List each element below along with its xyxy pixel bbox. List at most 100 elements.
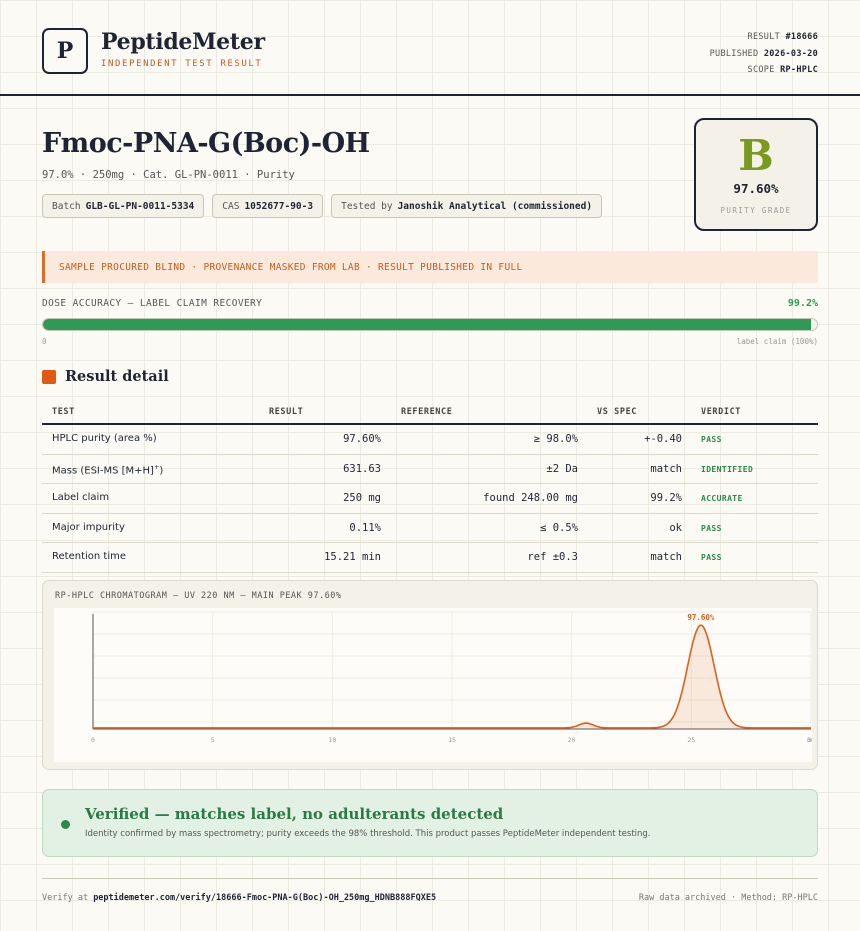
cell-vs-spec: 99.2% [650, 492, 682, 504]
header-divider [0, 94, 860, 96]
verify-link-text: Verify at peptidemeter.com/verify/18666-… [42, 893, 436, 903]
table-row: Label claim 250 mg found 248.00 mg 99.2%… [42, 484, 818, 514]
cell-vs-spec: match [650, 462, 682, 475]
x-tick-label: 0 [91, 736, 95, 744]
peak-label: 97.60% [687, 613, 715, 622]
footer-divider [42, 878, 818, 879]
x-tick-label: 10 [328, 736, 336, 744]
chip-value: Janoshik Analytical (commissioned) [397, 200, 593, 212]
verified-banner: Verified — matches label, no adulterants… [42, 789, 818, 857]
brand-subtitle: INDEPENDENT TEST RESULT [101, 59, 263, 69]
scope-value: RP-HPLC [780, 65, 818, 75]
blind-procurement-notice: SAMPLE PROCURED BLIND · PROVENANCE MASKE… [42, 251, 818, 283]
cell-result: 0.11% [349, 521, 381, 534]
grade-value: 97.60% [733, 181, 779, 196]
chart-title: RP-HPLC CHROMATOGRAM — UV 220 NM — MAIN … [55, 591, 342, 601]
scope-label: SCOPE [747, 65, 775, 75]
report-header: P PeptideMeter INDEPENDENT TEST RESULT R… [42, 26, 818, 76]
col-result: RESULT [269, 407, 304, 417]
verify-prefix: Verify at [42, 893, 89, 903]
chromatogram-panel: RP-HPLC CHROMATOGRAM — UV 220 NM — MAIN … [42, 580, 818, 770]
col-test: TEST [52, 407, 75, 417]
cell-test: Label claim [52, 492, 110, 503]
logo-mark: P [42, 28, 88, 74]
chromatogram-plot: 97.60%051015202530min [54, 608, 812, 762]
cell-test-end: ) [159, 464, 164, 476]
grade-letter: B [738, 131, 774, 180]
cell-test: Major impurity [52, 521, 125, 533]
result-id: RESULT #18666 [710, 29, 818, 46]
brand-name: PeptideMeter [101, 29, 265, 55]
published-label: PUBLISHED [709, 48, 759, 59]
chip-value: GLB-GL-PN-0011-5334 [85, 200, 195, 212]
product-subtitle: 97.0% · 250mg · Cat. GL-PN-0011 · Purity [42, 169, 295, 181]
grade-label: PURITY GRADE [720, 206, 792, 215]
cell-vs-spec: +-0.40 [644, 433, 682, 445]
cell-reference: ≥ 98.0% [533, 433, 578, 445]
cell-vs-spec: ok [669, 521, 682, 534]
x-unit-label: min [807, 736, 812, 744]
chip-label: CAS [222, 200, 240, 212]
chromatogram-svg: 97.60%051015202530min [91, 611, 812, 744]
table-header: TEST RESULT REFERENCE VS SPEC VERDICT [42, 400, 818, 425]
result-label: RESULT [747, 32, 781, 42]
verify-url[interactable]: peptidemeter.com/verify/18666-Fmoc-PNA-G… [93, 893, 436, 903]
chip-label: Tested by [341, 200, 393, 212]
cell-reference: ≤ 0.5% [540, 521, 578, 534]
x-tick-label: 25 [687, 736, 695, 744]
result-value: #18666 [785, 32, 818, 42]
cell-vs-spec: match [650, 551, 682, 563]
dose-min-label: 0 [42, 337, 47, 346]
x-tick-label: 15 [448, 736, 456, 744]
table-row: HPLC purity (area %) 97.60% ≥ 98.0% +-0.… [42, 425, 818, 455]
cell-result: 631.63 [343, 462, 381, 475]
cell-verdict: PASS [701, 435, 722, 444]
verified-text: Identity confirmed by mass spectrometry;… [85, 829, 651, 839]
verified-dot-icon [61, 820, 70, 829]
verified-title: Verified — matches label, no adulterants… [85, 805, 504, 823]
col-verdict: VERDICT [701, 407, 742, 417]
col-vs-spec: VS SPEC [597, 407, 638, 417]
x-tick-label: 20 [568, 736, 576, 744]
product-chips: Batch GLB-GL-PN-0011-5334 CAS 1052677-90-3… [42, 194, 603, 218]
batch-chip: Batch GLB-GL-PN-0011-5334 [42, 194, 205, 218]
results-table: TEST RESULT REFERENCE VS SPEC VERDICT HP… [42, 400, 818, 573]
table-row: Major impurity 0.11% ≤ 0.5% ok PASS [42, 514, 818, 543]
x-tick-label: 5 [211, 736, 215, 744]
published-date: PUBLISHED 2026-03-20 [710, 46, 818, 63]
cell-reference: ref ±0.3 [527, 551, 578, 563]
scope: SCOPE RP-HPLC [710, 62, 818, 79]
dose-accuracy-fill [43, 319, 811, 330]
purity-grade-card: B 97.60% PURITY GRADE [694, 118, 818, 231]
product-title: Fmoc-PNA-G(Boc)-OH [42, 128, 370, 159]
table-row: Mass (ESI-MS [M+H]+) 631.63 ±2 Da match … [42, 455, 818, 484]
section-marker [42, 370, 56, 384]
table-row: Retention time 15.21 min ref ±0.3 match … [42, 543, 818, 573]
tested-by-chip: Tested by Janoshik Analytical (commission… [331, 194, 603, 218]
cell-test: Mass (ESI-MS [M+H]+) [52, 463, 163, 476]
dose-accuracy-bar [42, 318, 818, 331]
section-title: Result detail [65, 368, 169, 385]
chip-value: 1052677-90-3 [244, 200, 314, 212]
dose-accuracy-value: 99.2% [787, 298, 818, 309]
cell-reference: ±2 Da [546, 462, 578, 475]
dose-max-label: label claim (100%) [736, 337, 818, 346]
cell-verdict: ACCURATE [701, 494, 743, 503]
cas-chip: CAS 1052677-90-3 [212, 194, 324, 218]
cell-reference: found 248.00 mg [483, 492, 578, 504]
cell-verdict: IDENTIFIED [701, 464, 754, 474]
report-meta: RESULT #18666 PUBLISHED 2026-03-20 SCOPE… [710, 29, 818, 79]
published-value: 2026-03-20 [763, 48, 818, 59]
chip-label: Batch [52, 200, 81, 212]
cell-result: 97.60% [343, 433, 381, 445]
logo-letter: P [56, 38, 74, 64]
cell-result: 15.21 min [324, 551, 381, 563]
cell-verdict: PASS [701, 523, 722, 533]
cell-result: 250 mg [343, 492, 381, 504]
col-reference: REFERENCE [401, 407, 453, 417]
dose-accuracy-label: DOSE ACCURACY — LABEL CLAIM RECOVERY [42, 298, 263, 309]
footer-method: Raw data archived · Method: RP-HPLC [638, 893, 818, 903]
cell-verdict: PASS [701, 553, 722, 562]
cell-test: Retention time [52, 551, 126, 562]
cell-test-text: Mass (ESI-MS [M+H] [52, 464, 154, 476]
